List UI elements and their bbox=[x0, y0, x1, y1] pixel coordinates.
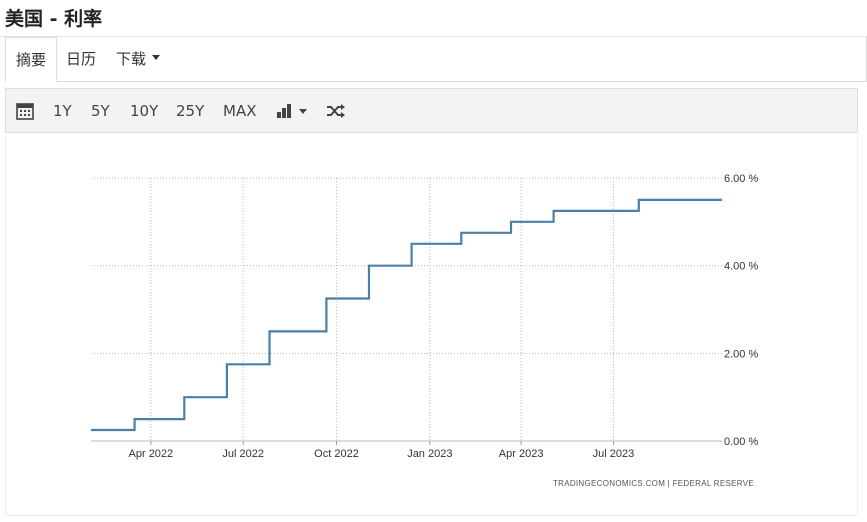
y-tick-label: 2.00 % bbox=[724, 348, 758, 360]
bar-chart-icon bbox=[277, 104, 307, 118]
rate-data-point[interactable] bbox=[363, 260, 375, 272]
rate-data-point[interactable] bbox=[505, 216, 517, 228]
y-tick-label: 6.00 % bbox=[724, 173, 758, 185]
rate-data-point[interactable] bbox=[221, 358, 233, 370]
rate-data-point[interactable] bbox=[455, 227, 467, 239]
chart-svg: Apr 2022 Jul 2022 Oct 2022 Jan 2023 Apr 2023… bbox=[85, 173, 758, 488]
y-tick-label: 0.00 % bbox=[724, 436, 758, 448]
rate-data-point[interactable] bbox=[406, 238, 418, 250]
shuffle-icon[interactable] bbox=[326, 103, 346, 119]
rate-data-point[interactable] bbox=[178, 391, 190, 403]
tab-bar: 摘要 日历 下载 bbox=[5, 37, 867, 82]
rate-data-point[interactable] bbox=[548, 205, 560, 217]
range-25y-button[interactable]: 25Y bbox=[176, 89, 204, 133]
rate-data-point[interactable] bbox=[129, 413, 141, 425]
rate-data-point[interactable] bbox=[264, 325, 276, 337]
range-10y-button[interactable]: 10Y bbox=[130, 89, 158, 133]
range-max-button[interactable]: MAX bbox=[223, 89, 256, 133]
x-tick-label: Jul 2022 bbox=[222, 448, 264, 460]
calendar-icon[interactable] bbox=[16, 102, 34, 120]
tab-calendar[interactable]: 日历 bbox=[66, 37, 96, 81]
x-tick-label: Jan 2023 bbox=[407, 448, 452, 460]
x-tick-label: Apr 2022 bbox=[129, 448, 174, 460]
chart-toolbar: 1Y 5Y 10Y 25Y MAX bbox=[5, 88, 858, 133]
x-tick-label: Oct 2022 bbox=[314, 448, 359, 460]
rate-data-point[interactable] bbox=[716, 194, 728, 206]
y-tick-label: 4.00 % bbox=[724, 261, 758, 273]
x-tick-label: Jul 2023 bbox=[593, 448, 635, 460]
x-tick-label: Apr 2023 bbox=[499, 448, 544, 460]
tab-summary-label: 摘要 bbox=[15, 51, 46, 69]
tab-download-label: 下载 bbox=[116, 50, 147, 68]
rate-data-point[interactable] bbox=[85, 424, 97, 436]
tab-download[interactable]: 下载 bbox=[116, 37, 161, 81]
tab-summary[interactable]: 摘要 bbox=[5, 37, 57, 82]
chart-type-dropdown[interactable] bbox=[276, 103, 310, 119]
source-credit: TRADINGECONOMICS.COM | FEDERAL RESERVE bbox=[553, 479, 754, 488]
page-title: 美国 - 利率 bbox=[5, 8, 103, 30]
chart-panel: Apr 2022 Jul 2022 Oct 2022 Jan 2023 Apr 2023… bbox=[5, 136, 858, 516]
range-1y-button[interactable]: 1Y bbox=[53, 89, 72, 133]
rate-data-point[interactable] bbox=[633, 194, 645, 206]
tab-calendar-label: 日历 bbox=[66, 50, 97, 68]
range-5y-button[interactable]: 5Y bbox=[91, 89, 110, 133]
caret-down-icon bbox=[152, 55, 161, 60]
rate-data-point[interactable] bbox=[320, 293, 332, 305]
